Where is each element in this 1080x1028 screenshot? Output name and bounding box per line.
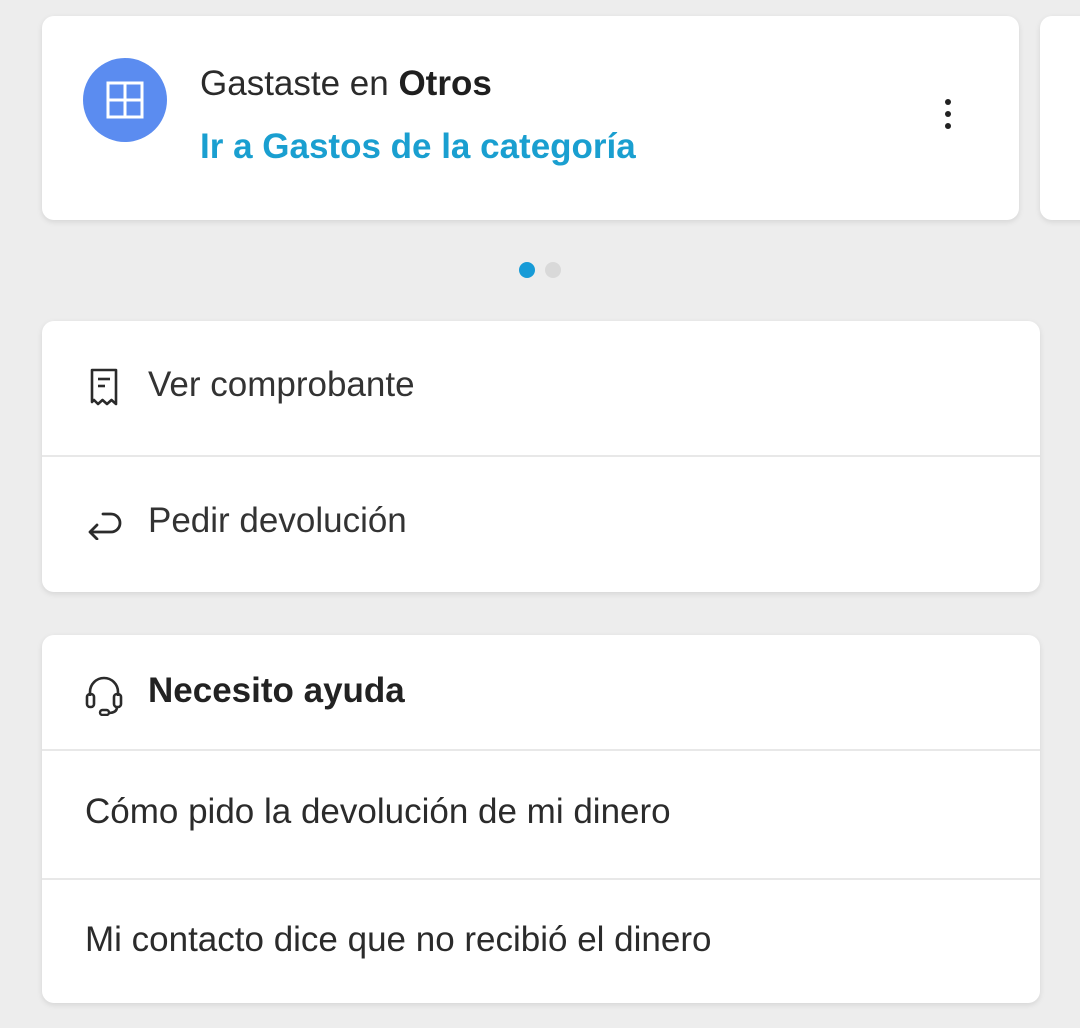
help-header: Necesito ayuda	[42, 635, 1040, 750]
category-grid-icon	[83, 58, 167, 142]
category-spend-card	[42, 16, 1019, 220]
return-arrow-icon	[84, 502, 124, 546]
help-item-label: Cómo pido la devolución de mi dinero	[85, 792, 671, 831]
headset-icon	[84, 673, 124, 717]
help-title: Necesito ayuda	[148, 671, 405, 710]
help-card: Necesito ayuda Cómo pido la devolución d…	[42, 635, 1040, 1003]
kebab-dot	[945, 111, 951, 117]
kebab-dot	[945, 123, 951, 129]
view-receipt-button[interactable]: Ver comprobante	[42, 321, 1040, 456]
category-name: Otros	[398, 64, 492, 103]
view-receipt-label: Ver comprobante	[148, 365, 415, 404]
request-refund-label: Pedir devolución	[148, 501, 407, 540]
more-vertical-icon[interactable]	[928, 92, 968, 136]
category-expenses-link[interactable]: Ir a Gastos de la categoría	[200, 125, 636, 169]
carousel-pagination	[519, 262, 561, 278]
pagination-dot-active[interactable]	[519, 262, 535, 278]
pagination-dot[interactable]	[545, 262, 561, 278]
spent-prefix: Gastaste en	[200, 64, 399, 103]
receipt-icon	[84, 366, 124, 410]
next-carousel-card[interactable]	[1040, 16, 1080, 220]
help-item-refund-money[interactable]: Cómo pido la devolución de mi dinero	[42, 751, 1040, 878]
spent-in-category-text: Gastaste en Otros	[200, 62, 492, 106]
help-item-contact-not-received[interactable]: Mi contacto dice que no recibió el diner…	[42, 880, 1040, 1003]
request-refund-button[interactable]: Pedir devolución	[42, 457, 1040, 592]
help-item-label: Mi contacto dice que no recibió el diner…	[85, 920, 712, 959]
kebab-dot	[945, 99, 951, 105]
actions-card: Ver comprobante Pedir devolución	[42, 321, 1040, 592]
